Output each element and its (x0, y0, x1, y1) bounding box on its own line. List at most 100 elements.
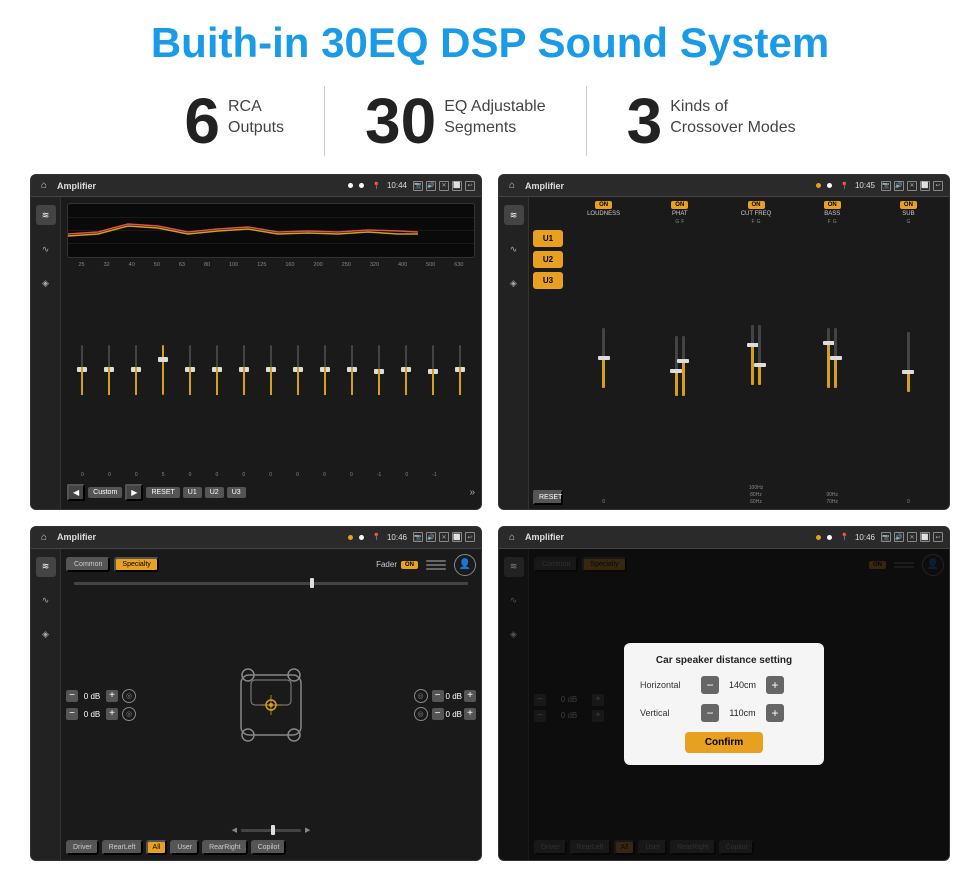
fader-copilot-btn[interactable]: Copilot (251, 840, 287, 855)
fader-h-slider-container (66, 580, 476, 587)
fader-rearright-btn[interactable]: RearRight (202, 840, 248, 855)
fader-db-value-2: 0 dB (80, 710, 104, 719)
xover-speaker-icon[interactable]: ◈ (504, 273, 524, 293)
dialog-horizontal-plus[interactable]: + (766, 676, 784, 694)
close-icon-3[interactable]: ✕ (439, 532, 449, 542)
home-icon-3[interactable]: ⌂ (37, 530, 51, 544)
fader-minus-1[interactable]: − (66, 690, 78, 702)
eq-custom-btn[interactable]: Custom (88, 487, 122, 498)
fader-plus-1[interactable]: + (106, 690, 118, 702)
fader-minus-3[interactable]: − (432, 690, 444, 702)
fader-plus-4[interactable]: + (464, 708, 476, 720)
xover-topbar-icons: 📷 🔊 ✕ ⬜ ↩ (881, 181, 943, 191)
eq-controls: ◀ Custom ▶ RESET U1 U2 U3 » (67, 482, 475, 503)
vol-icon-3: 🔊 (426, 532, 436, 542)
eq-slider-11[interactable] (340, 337, 365, 402)
back-icon-2[interactable]: ↩ (933, 181, 943, 191)
eq-slider-13[interactable] (394, 337, 419, 402)
fader-v-area: ◀ ▶ (66, 826, 476, 834)
back-icon-4[interactable]: ↩ (933, 532, 943, 542)
xover-eq-icon[interactable]: ≋ (504, 205, 524, 225)
xover-channels: ON LOUDNESS 0 ON PHAT G (567, 201, 945, 504)
xover-u3-btn[interactable]: U3 (533, 272, 563, 289)
eq-slider-10[interactable] (313, 337, 338, 402)
fader-minus-2[interactable]: − (66, 708, 78, 720)
back-icon-3[interactable]: ↩ (465, 532, 475, 542)
back-icon[interactable]: ↩ (465, 181, 475, 191)
eq-u3-btn[interactable]: U3 (227, 487, 246, 498)
xover-cutfreq: ON CUT FREQ F G 100Hz (719, 201, 792, 504)
eq-slider-2[interactable] (96, 337, 121, 402)
status-dot-4 (827, 183, 832, 188)
bass-slider[interactable] (796, 227, 869, 489)
fader-rearleft-btn[interactable]: RearLeft (102, 840, 143, 855)
eq-reset-btn[interactable]: RESET (146, 487, 179, 498)
close-icon-2[interactable]: ✕ (907, 181, 917, 191)
dialog-vertical-minus[interactable]: − (701, 704, 719, 722)
xover-u1-btn[interactable]: U1 (533, 230, 563, 247)
fader-left-controls: − 0 dB + ◎ − 0 dB + ◎ (66, 689, 136, 721)
wave-icon[interactable]: ∿ (36, 239, 56, 259)
cutfreq-slider[interactable] (719, 227, 792, 482)
cutfreq-on-btn[interactable]: ON (748, 201, 765, 209)
eq-icon[interactable]: ≋ (36, 205, 56, 225)
loudness-label: LOUDNESS (587, 211, 620, 217)
loudness-slider[interactable] (567, 219, 640, 496)
fader-label: Fader (376, 560, 397, 569)
fader-specialty-tab[interactable]: Specialty (114, 557, 158, 572)
dist-topbar: ⌂ Amplifier 📍 10:46 📷 🔊 ✕ ⬜ ↩ (499, 527, 949, 549)
fader-plus-3[interactable]: + (464, 690, 476, 702)
eq-slider-9[interactable] (286, 337, 311, 402)
dialog-horizontal-minus[interactable]: − (701, 676, 719, 694)
dialog-horizontal-row: Horizontal − 140cm + (640, 676, 808, 694)
dialog-vertical-row: Vertical − 110cm + (640, 704, 808, 722)
home-icon-2[interactable]: ⌂ (505, 179, 519, 193)
speaker-icon[interactable]: ◈ (36, 273, 56, 293)
eq-slider-1[interactable] (69, 337, 94, 402)
eq-slider-12[interactable] (367, 337, 392, 402)
eq-slider-15[interactable] (448, 337, 473, 402)
eq-slider-8[interactable] (258, 337, 283, 402)
eq-u1-btn[interactable]: U1 (183, 487, 202, 498)
eq-slider-7[interactable] (231, 337, 256, 402)
xover-wave-icon[interactable]: ∿ (504, 239, 524, 259)
confirm-button[interactable]: Confirm (685, 732, 763, 753)
fader-wave-icon[interactable]: ∿ (36, 591, 56, 611)
eq-slider-5[interactable] (177, 337, 202, 402)
eq-slider-4[interactable] (150, 337, 175, 402)
eq-slider-6[interactable] (204, 337, 229, 402)
dialog-vertical-plus[interactable]: + (766, 704, 784, 722)
xover-u2-btn[interactable]: U2 (533, 251, 563, 268)
loudness-on-btn[interactable]: ON (595, 201, 612, 209)
fader-eq-icon[interactable]: ≋ (36, 557, 56, 577)
window-icon: ⬜ (452, 181, 462, 191)
fader-v-slider[interactable] (241, 829, 301, 832)
sub-slider[interactable] (872, 227, 945, 496)
fader-on-btn[interactable]: ON (401, 561, 418, 569)
home-icon-4[interactable]: ⌂ (505, 530, 519, 544)
fader-minus-4[interactable]: − (432, 708, 444, 720)
eq-slider-3[interactable] (123, 337, 148, 402)
eq-slider-14[interactable] (421, 337, 446, 402)
fader-plus-2[interactable]: + (106, 708, 118, 720)
eq-next-btn[interactable]: ▶ (125, 484, 143, 501)
fader-h-slider[interactable] (74, 582, 468, 585)
fader-driver-btn[interactable]: Driver (66, 840, 99, 855)
fader-common-tab[interactable]: Common (66, 557, 110, 572)
close-icon-4[interactable]: ✕ (907, 532, 917, 542)
xover-reset-btn[interactable]: RESET (533, 490, 563, 505)
eq-prev-btn[interactable]: ◀ (67, 484, 85, 501)
close-icon[interactable]: ✕ (439, 181, 449, 191)
fader-arrow-left: ◀ (232, 826, 237, 834)
bass-on-btn[interactable]: ON (824, 201, 841, 209)
phat-on-btn[interactable]: ON (671, 201, 688, 209)
fader-speaker-icon[interactable]: ◈ (36, 625, 56, 645)
phat-slider[interactable] (643, 227, 716, 504)
sub-on-btn[interactable]: ON (900, 201, 917, 209)
fader-all-btn[interactable]: All (146, 840, 168, 855)
fader-user-btn[interactable]: User (170, 840, 199, 855)
home-icon[interactable]: ⌂ (37, 179, 51, 193)
eq-u2-btn[interactable]: U2 (205, 487, 224, 498)
eq-graph-svg (68, 204, 474, 257)
fader-db-value-3: 0 dB (446, 692, 462, 701)
